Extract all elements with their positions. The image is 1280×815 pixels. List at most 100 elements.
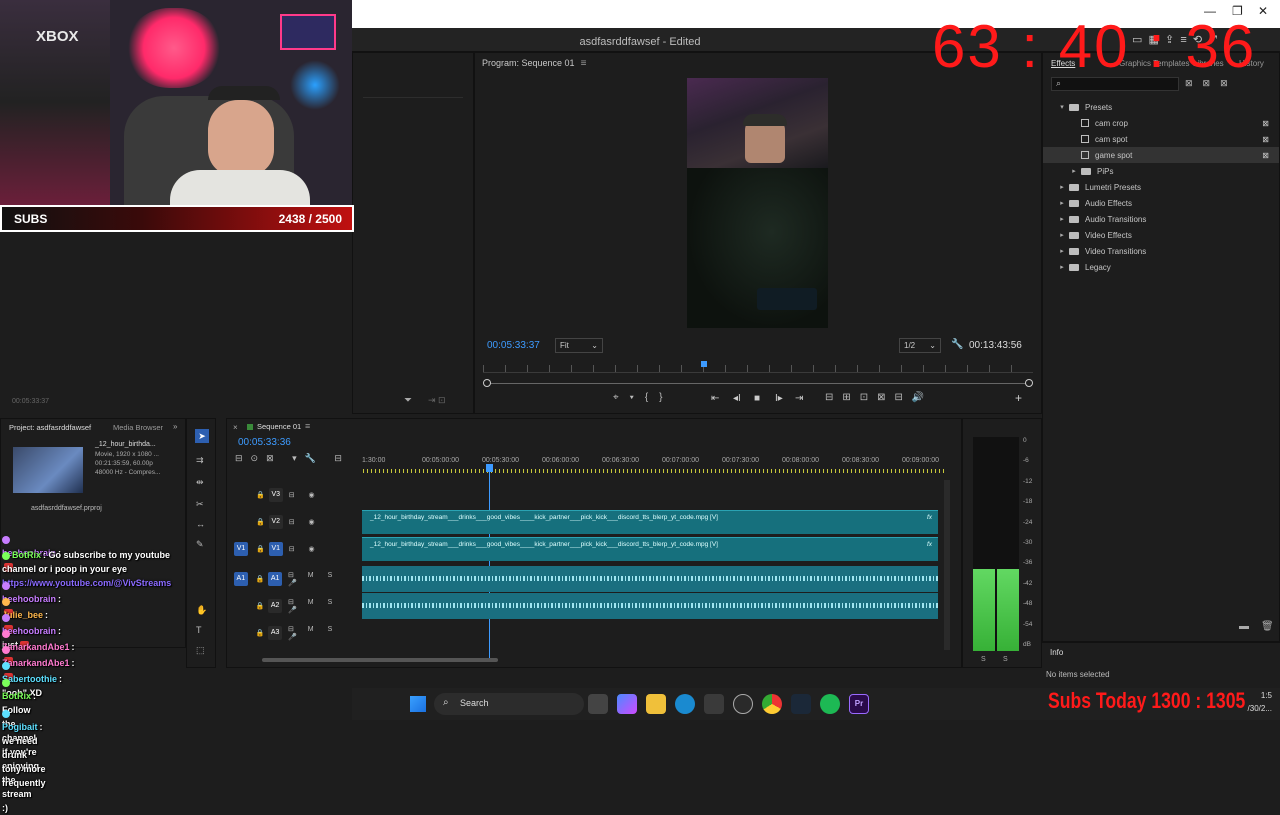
track-select-tool-icon[interactable]: ⇉ [196,455,204,466]
chevron-right-icon[interactable]: ▸ [1055,247,1069,255]
track-header[interactable]: 🔒 V2 ⊟ ◉ [229,509,359,535]
selection-tool-icon[interactable]: ➤ [195,429,209,443]
source-patch[interactable]: A1 [234,572,248,586]
tab-menu-icon[interactable]: ≡ [581,58,587,69]
clock-date[interactable]: /30/2... [1248,704,1272,713]
razor-tool-icon[interactable]: ✂ [196,499,204,510]
chevron-right-icon[interactable]: ▸ [1055,263,1069,271]
timeline-vscroll[interactable] [944,480,950,650]
sequence-menu-icon[interactable]: ≡ [305,421,310,431]
ripple-tool-icon[interactable]: ⇹ [196,477,204,488]
timeline-timecode[interactable]: 00:05:33:36 [238,437,291,448]
edge-icon[interactable] [675,694,695,714]
source-patch[interactable] [234,488,248,502]
meter-solo-right[interactable]: S [1003,656,1008,663]
timeline-hscroll[interactable] [262,658,498,662]
copilot-icon[interactable] [617,694,637,714]
tab-sequence[interactable]: Sequence 01 [257,422,301,431]
source-patch[interactable] [234,599,248,613]
track-label[interactable]: A1 [268,572,282,586]
stop-button[interactable]: ■ [754,393,760,404]
chevron-down-icon[interactable]: ▾ [1055,103,1069,111]
track-visibility-icons[interactable]: ⊟ ◉ [289,491,321,499]
close-button[interactable]: ✕ [1258,4,1268,18]
chevron-right-icon[interactable]: ▸ [1055,199,1069,207]
tab-project[interactable]: Project: asdfasrddfawsef [9,423,91,432]
track-label[interactable]: V1 [268,542,283,556]
source-icons[interactable]: ⇥ ⊡ [428,395,446,406]
start-button[interactable] [410,696,426,712]
clock-time[interactable]: 1:5 [1261,691,1272,700]
spotify-icon[interactable] [820,694,840,714]
effects-tree-item[interactable]: cam crop ⊠ [1043,115,1279,131]
go-to-in-button[interactable]: ⇤ [711,393,719,404]
effects-tree-item[interactable]: ▾ Presets [1043,99,1279,115]
file-explorer-icon[interactable] [646,694,666,714]
track-label[interactable]: A2 [268,599,282,613]
source-patch[interactable] [234,626,248,640]
go-to-out-button[interactable]: ⇥ [795,393,803,404]
effects-tree-item[interactable]: ▸ Legacy [1043,259,1279,275]
hand-tool-icon[interactable]: ✋ [196,605,207,616]
clip-thumbnail[interactable] [13,447,83,493]
track-mute-solo-icons[interactable]: ⊟ M S 🎤 [288,598,359,614]
xbox-app-icon[interactable] [733,694,753,714]
fit-dropdown[interactable]: Fit ⌄ [555,338,603,353]
lock-icon[interactable]: 🔒 [256,491,265,499]
chevron-right-icon[interactable]: ▸ [1067,167,1081,175]
track-header[interactable]: 🔒 A2 ⊟ M S 🎤 [229,593,359,619]
lock-icon[interactable]: 🔒 [256,602,265,610]
step-back-button[interactable]: ◂I [733,393,741,404]
tab-info[interactable]: Info [1050,648,1063,657]
scrub-handle-left[interactable] [483,379,491,387]
chevron-right-icon[interactable]: ▸ [1055,231,1069,239]
add-button[interactable]: + [1015,391,1022,405]
tab-media-browser[interactable]: Media Browser [113,423,163,432]
trash-icon[interactable]: 🗑 [1261,621,1274,632]
lock-icon[interactable]: 🔒 [256,545,265,553]
shape-tool-icon[interactable]: ⬚ [196,645,205,656]
meter-solo-left[interactable]: S [981,656,986,663]
resolution-dropdown[interactable]: 1/2 ⌄ [899,338,941,353]
effects-tree-item[interactable]: ▸ Video Transitions [1043,243,1279,259]
track-header[interactable]: A1 🔒 A1 ⊟ M S 🎤 [229,566,359,592]
track-mute-solo-icons[interactable]: ⊟ M S 🎤 [288,625,359,641]
program-playhead[interactable] [701,361,707,367]
transport-controls[interactable]: ⌖▾{} [613,392,674,403]
type-tool-icon[interactable]: T [196,625,202,635]
task-view-icon[interactable] [588,694,608,714]
program-scrubbar[interactable] [487,383,1031,384]
filter-icon[interactable]: ⏷ [404,395,412,406]
track-header[interactable]: 🔒 V3 ⊟ ◉ [229,482,359,508]
store-icon[interactable] [704,694,724,714]
lock-icon[interactable]: 🔒 [256,575,265,583]
effects-tree-item[interactable]: ▸ Audio Effects [1043,195,1279,211]
track-mute-solo-icons[interactable]: ⊟ M S 🎤 [288,571,359,587]
audio-clip-a1[interactable] [362,566,938,592]
chat-username[interactable]: BotRix [2,691,31,701]
effects-tree-item[interactable]: ▸ Video Effects [1043,227,1279,243]
close-sequence-icon[interactable]: × [233,423,238,432]
more-tabs-icon[interactable]: » [173,422,177,431]
track-label[interactable]: V2 [268,515,283,529]
taskbar-search[interactable]: ⌕ Search [434,693,584,715]
video-clip-v1[interactable]: _12_hour_birthday_stream___drinks___good… [362,537,938,561]
track-visibility-icons[interactable]: ⊟ ◉ [289,518,321,526]
timeline-work-area[interactable] [363,469,945,473]
audio-clip-a2[interactable] [362,593,938,619]
program-tab[interactable]: Program: Sequence 01 [482,58,575,68]
chevron-right-icon[interactable]: ▸ [1055,215,1069,223]
scrub-handle-right[interactable] [1025,379,1033,387]
track-visibility-icons[interactable]: ⊟ ◉ [289,545,321,553]
program-ruler[interactable] [483,365,1033,373]
program-timecode[interactable]: 00:05:33:37 [487,340,540,351]
timeline-playhead-handle[interactable] [486,464,493,472]
chat-username[interactable]: Pogibait [2,722,38,732]
track-label[interactable]: A3 [268,626,282,640]
track-label[interactable]: V3 [268,488,283,502]
chat-username[interactable]: BotRix [12,550,41,560]
timeline-tool-icons[interactable]: ⊟⊙⊠ ▾🔧 ⊟ [235,453,350,464]
chevron-right-icon[interactable]: ▸ [1055,183,1069,191]
effects-tree-item[interactable]: ▸ Audio Transitions [1043,211,1279,227]
chrome-icon[interactable] [762,694,782,714]
